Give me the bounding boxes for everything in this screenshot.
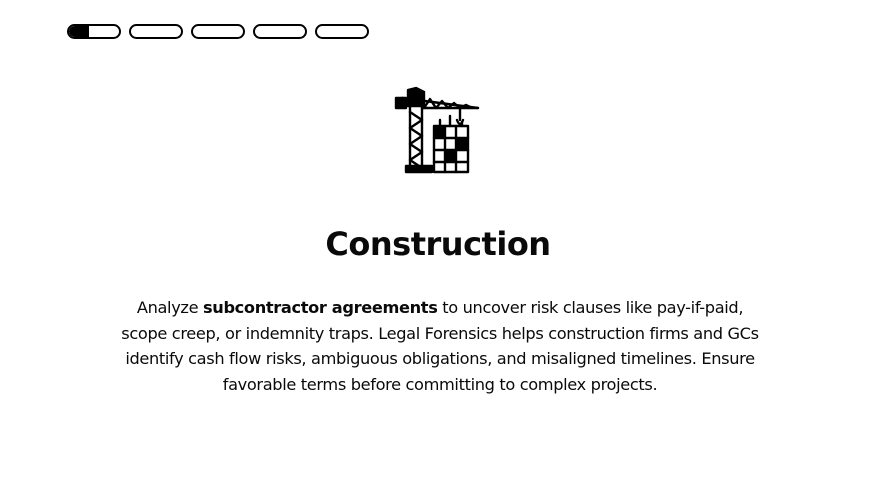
description-highlight: subcontractor agreements — [202, 298, 438, 317]
progress-step-1-fill — [69, 26, 89, 37]
progress-step-3[interactable] — [191, 24, 245, 39]
slide-progress-indicator — [67, 24, 369, 39]
slide-description: Analyze subcontractor agreements to unco… — [118, 295, 762, 397]
progress-step-5[interactable] — [315, 24, 369, 39]
progress-step-1[interactable] — [67, 24, 121, 39]
progress-step-2[interactable] — [129, 24, 183, 39]
slide-title: Construction — [325, 225, 551, 263]
construction-crane-icon — [394, 86, 480, 174]
description-text-lead: Analyze — [136, 298, 203, 317]
progress-step-4[interactable] — [253, 24, 307, 39]
